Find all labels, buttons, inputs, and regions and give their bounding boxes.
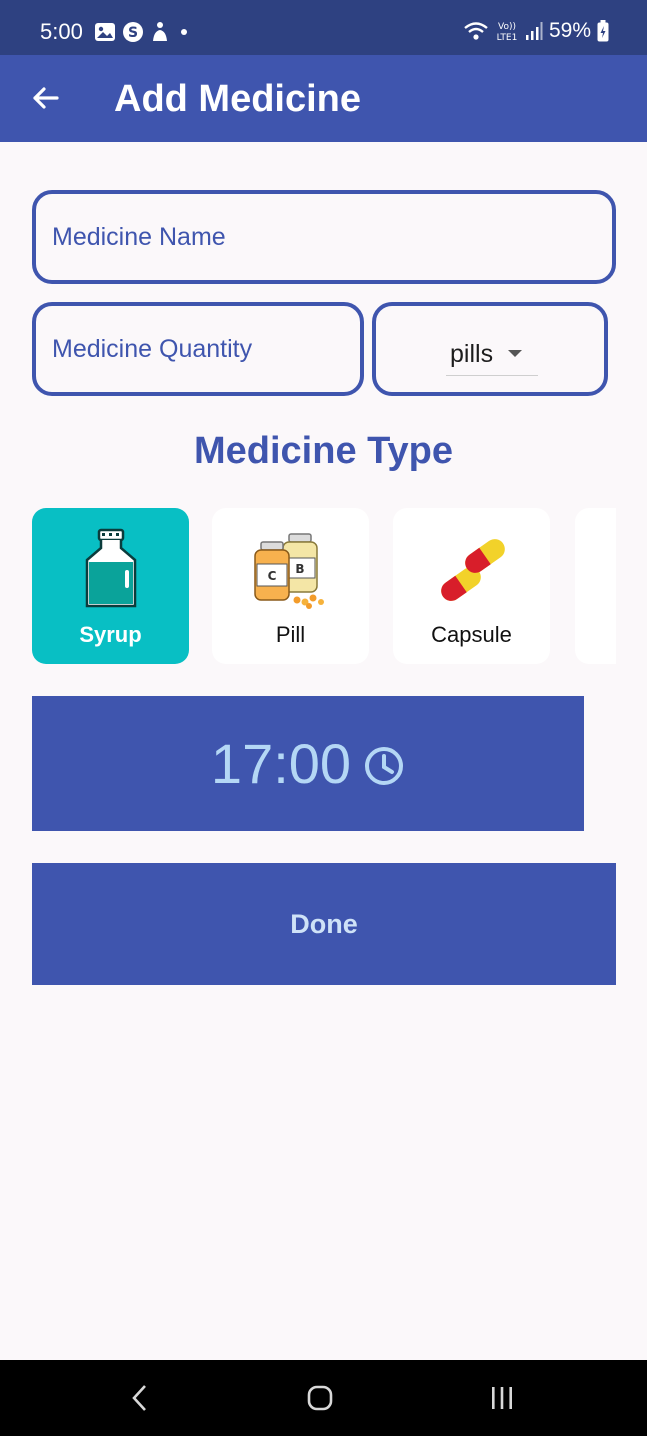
svg-text:C: C bbox=[267, 569, 276, 583]
medicine-name-field[interactable]: Medicine Name bbox=[32, 190, 616, 284]
system-nav-bar bbox=[0, 1360, 647, 1436]
wifi-icon bbox=[464, 22, 488, 40]
nav-recents-button[interactable] bbox=[480, 1376, 524, 1420]
image-icon bbox=[95, 23, 115, 41]
volte-icon: Vo)) LTE1 bbox=[497, 22, 518, 42]
s-icon: S bbox=[123, 22, 143, 42]
unit-selected-value: pills bbox=[450, 339, 494, 368]
status-left-icons: S bbox=[94, 21, 192, 43]
time-picker-button[interactable]: 17:00 bbox=[32, 696, 584, 831]
nav-back-button[interactable] bbox=[118, 1376, 162, 1420]
time-value: 17:00 bbox=[210, 731, 352, 795]
done-button[interactable]: Done bbox=[32, 863, 616, 985]
syrup-bottle-icon bbox=[85, 528, 136, 608]
medicine-type-heading: Medicine Type bbox=[193, 430, 454, 472]
nav-home-button[interactable] bbox=[298, 1376, 342, 1420]
status-time: 5:00 bbox=[40, 19, 83, 44]
app-icon bbox=[153, 22, 167, 41]
capsule-icon bbox=[440, 539, 505, 601]
unit-dropdown-container: pills bbox=[372, 302, 608, 396]
clock-icon bbox=[365, 746, 404, 785]
chevron-down-icon bbox=[508, 349, 523, 357]
svg-text:Vo)): Vo)) bbox=[498, 22, 516, 32]
type-card-partial[interactable] bbox=[575, 508, 616, 664]
battery-icon bbox=[597, 20, 609, 42]
type-label-capsule: Capsule bbox=[431, 622, 512, 647]
medicine-type-list: Syrup B C Pill Capsule bbox=[32, 508, 616, 664]
type-card-syrup[interactable]: Syrup bbox=[32, 508, 189, 664]
type-card-capsule[interactable]: Capsule bbox=[393, 508, 550, 664]
app-bar: Add Medicine bbox=[0, 55, 647, 142]
medicine-quantity-placeholder: Medicine Quantity bbox=[52, 335, 253, 363]
type-label-syrup: Syrup bbox=[79, 622, 142, 647]
type-card-pill[interactable]: B C Pill bbox=[212, 508, 369, 664]
home-nav-icon bbox=[307, 1385, 333, 1411]
dot-icon bbox=[181, 29, 187, 35]
arrow-left-icon bbox=[33, 87, 59, 109]
page-title: Add Medicine bbox=[114, 78, 362, 120]
svg-text:B: B bbox=[295, 562, 304, 576]
status-bar: 5:00 S Vo)) LTE1 59% bbox=[0, 0, 647, 55]
medicine-quantity-field[interactable]: Medicine Quantity bbox=[32, 302, 364, 396]
unit-dropdown[interactable]: pills bbox=[446, 332, 538, 376]
type-label-pill: Pill bbox=[275, 622, 306, 647]
signal-icon bbox=[525, 22, 543, 40]
back-nav-icon bbox=[132, 1385, 146, 1411]
pill-bottles-icon: B C bbox=[253, 533, 324, 609]
medicine-name-placeholder: Medicine Name bbox=[52, 223, 226, 251]
battery-percent: 59% bbox=[548, 19, 591, 42]
back-button[interactable] bbox=[26, 79, 64, 117]
status-right-icons: Vo)) LTE1 59% bbox=[463, 18, 609, 44]
svg-text:LTE1: LTE1 bbox=[497, 33, 518, 42]
svg-text:S: S bbox=[128, 25, 138, 41]
recents-nav-icon bbox=[492, 1387, 512, 1409]
